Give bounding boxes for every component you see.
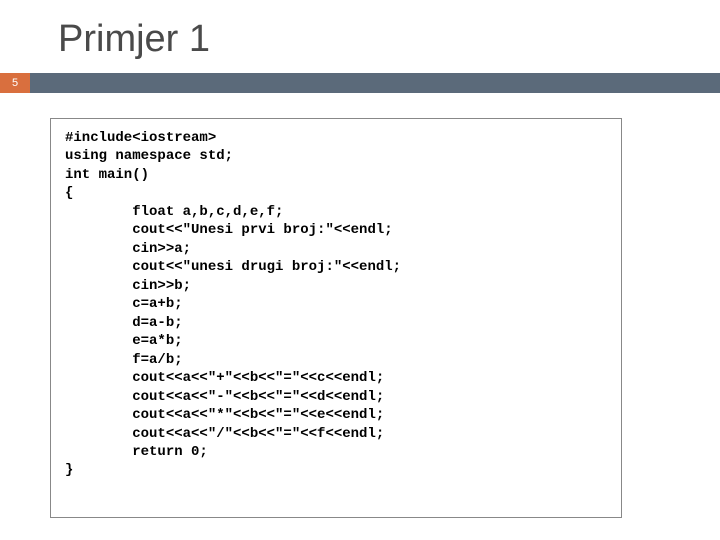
code-line: cout<<"unesi drugi broj:"<<endl; bbox=[65, 259, 401, 275]
code-line: using namespace std; bbox=[65, 148, 233, 164]
accent-bar bbox=[30, 73, 720, 93]
accent-row: 5 bbox=[0, 73, 720, 93]
code-box: #include<iostream> using namespace std; … bbox=[50, 118, 622, 518]
code-line: cout<<a<<"+"<<b<<"="<<c<<endl; bbox=[65, 370, 384, 386]
code-line: cout<<a<<"*"<<b<<"="<<e<<endl; bbox=[65, 407, 384, 423]
code-line: { bbox=[65, 185, 73, 201]
code-line: f=a/b; bbox=[65, 352, 183, 368]
code-content: #include<iostream> using namespace std; … bbox=[65, 129, 607, 480]
code-line: cout<<"Unesi prvi broj:"<<endl; bbox=[65, 222, 393, 238]
code-line: cin>>b; bbox=[65, 278, 191, 294]
slide-title: Primjer 1 bbox=[0, 0, 720, 73]
code-line: cin>>a; bbox=[65, 241, 191, 257]
code-line: e=a*b; bbox=[65, 333, 183, 349]
code-line: cout<<a<<"/"<<b<<"="<<f<<endl; bbox=[65, 426, 384, 442]
code-line: cout<<a<<"-"<<b<<"="<<d<<endl; bbox=[65, 389, 384, 405]
code-line: } bbox=[65, 462, 73, 478]
page-number-badge: 5 bbox=[0, 73, 30, 93]
code-line: return 0; bbox=[65, 444, 208, 460]
code-line: c=a+b; bbox=[65, 296, 183, 312]
slide-container: Primjer 1 5 #include<iostream> using nam… bbox=[0, 0, 720, 540]
code-line: float a,b,c,d,e,f; bbox=[65, 204, 283, 220]
code-line: #include<iostream> bbox=[65, 130, 216, 146]
code-line: int main() bbox=[65, 167, 149, 183]
code-line: d=a-b; bbox=[65, 315, 183, 331]
